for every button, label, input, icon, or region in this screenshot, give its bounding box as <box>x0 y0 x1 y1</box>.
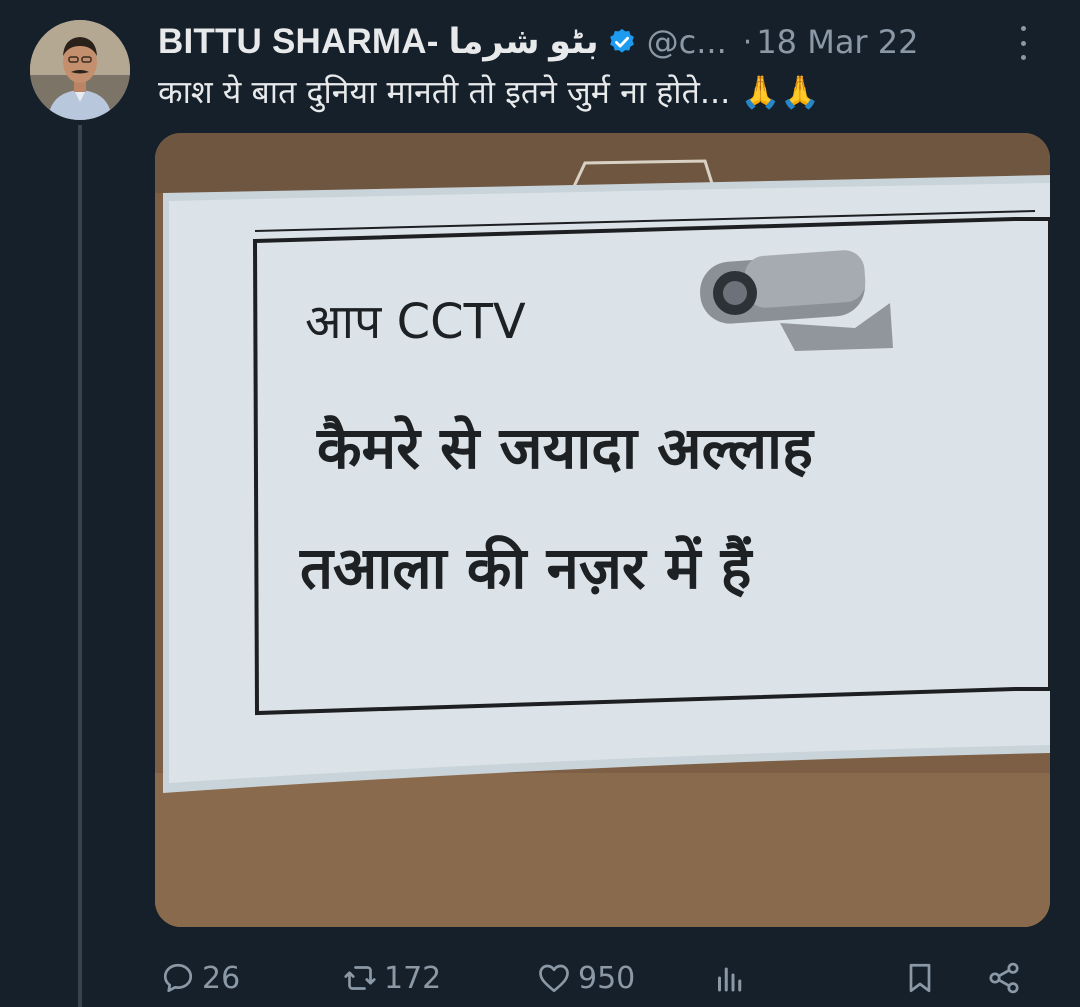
tweet-date[interactable]: 18 Mar 22 <box>756 23 918 61</box>
reply-count: 26 <box>202 960 241 996</box>
retweet-icon <box>344 966 376 990</box>
share-button[interactable] <box>986 950 1022 1006</box>
share-icon <box>989 962 1019 994</box>
verified-badge-icon <box>609 28 634 53</box>
author-handle[interactable]: @c... <box>647 23 727 61</box>
like-count: 950 <box>578 960 636 996</box>
tweet-actions-bar: 26 172 950 <box>160 950 1040 1006</box>
views-button[interactable] <box>712 950 748 1006</box>
like-button[interactable]: 950 <box>536 950 635 1006</box>
reply-icon <box>163 963 193 993</box>
sign-line-2: कैमरे से जयादा अल्लाह <box>316 414 815 482</box>
author-avatar[interactable] <box>30 20 130 120</box>
avatar-photo <box>30 20 130 120</box>
reply-button[interactable]: 26 <box>160 950 240 1006</box>
bookmark-icon <box>909 963 931 993</box>
views-chart-icon <box>718 967 742 992</box>
sign-line-3: तआला की नज़र में हैं <box>299 534 754 602</box>
more-options-icon[interactable] <box>1010 26 1036 60</box>
tweet-header: BITTU SHARMA- بٹو شرما @c... · 18 Mar 22 <box>158 18 1050 66</box>
author-name[interactable]: BITTU SHARMA- بٹو شرما <box>158 22 599 62</box>
separator-dot: · <box>742 24 753 60</box>
sign-photo: आप CCTV कैमरे से जयादा अल्लाह तआला की नज… <box>155 133 1050 927</box>
tweet-text: काश ये बात दुनिया मानती तो इतने जुर्म ना… <box>158 73 821 111</box>
heart-icon <box>539 964 569 993</box>
retweet-count: 172 <box>384 960 442 996</box>
retweet-button[interactable]: 172 <box>342 950 441 1006</box>
sign-line-1: आप CCTV <box>305 294 526 350</box>
thread-connector-line <box>78 125 82 1007</box>
tweet-media-image[interactable]: आप CCTV कैमरे से जयादा अल्लाह तआला की नज… <box>155 133 1050 927</box>
bookmark-button[interactable] <box>902 950 938 1006</box>
